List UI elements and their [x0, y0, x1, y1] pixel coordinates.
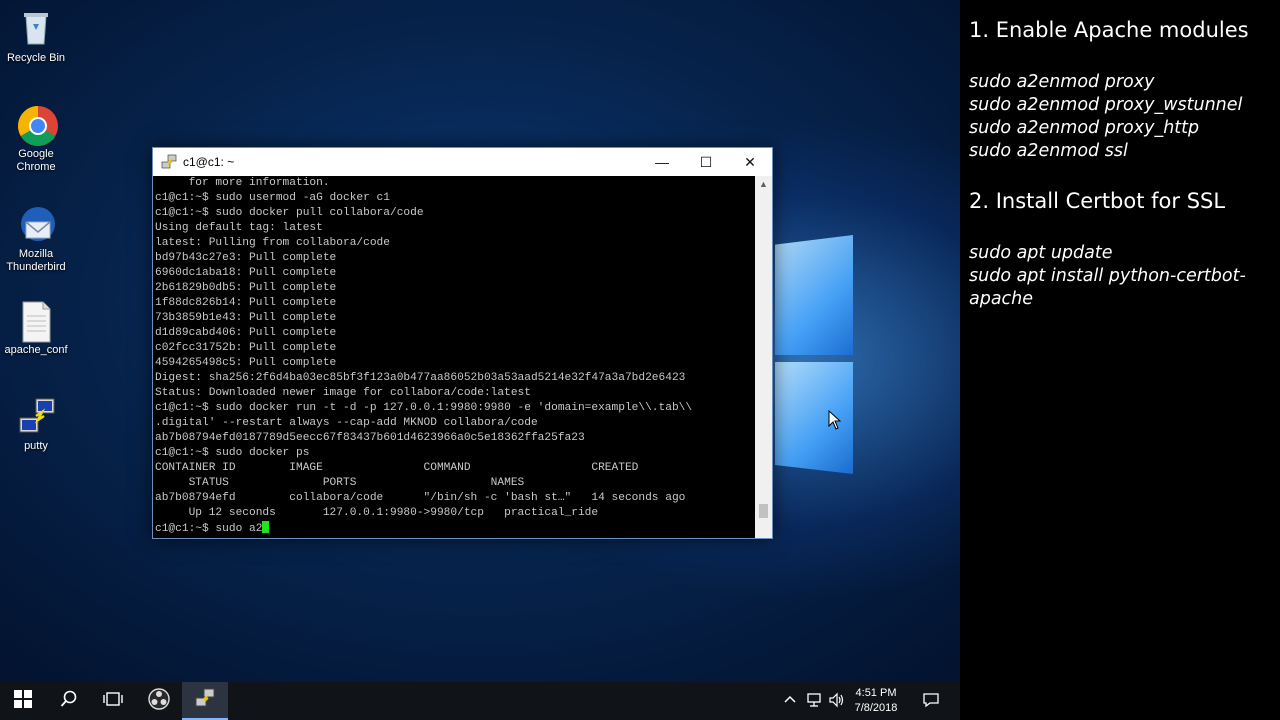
desktop-icon-label: Recycle Bin	[6, 52, 66, 64]
step-1-command: sudo a2enmod proxy_wstunnel	[969, 95, 1243, 115]
terminal-line: ab7b08794efd0187789d5eecc67f83437b601d46…	[155, 432, 585, 444]
chevron-up-icon[interactable]	[784, 693, 796, 711]
terminal-output[interactable]: for more information. c1@c1:~$ sudo user…	[153, 176, 755, 538]
desktop: Recycle Bin Google Chrome Mozilla Thunde…	[0, 0, 960, 682]
window-titlebar[interactable]: c1@c1: ~ — ☐ ✕	[153, 148, 772, 176]
taskbar-app-putty[interactable]	[182, 682, 228, 720]
terminal-line: 4594265498c5: Pull complete	[155, 357, 337, 369]
taskbar-app-obs[interactable]	[136, 682, 182, 720]
volume-icon[interactable]	[828, 692, 844, 713]
terminal-line: Up 12 seconds 127.0.0.1:9980->9980/tcp p…	[155, 507, 599, 519]
windows-start-icon	[14, 689, 32, 713]
action-center-icon[interactable]	[922, 692, 940, 713]
terminal-line: CONTAINER ID IMAGE COMMAND CREATED	[155, 462, 639, 474]
scroll-up-icon[interactable]: ▲	[755, 176, 772, 193]
terminal-line: 1f88dc826b14: Pull complete	[155, 297, 337, 309]
clock-time: 4:51 PM	[855, 687, 897, 699]
desktop-icon-recycle-bin[interactable]: Recycle Bin	[0, 8, 72, 65]
step-2-command: apache	[969, 289, 1034, 309]
terminal-line: 73b3859b1e43: Pull complete	[155, 312, 337, 324]
desktop-icon-label: Google Chrome	[16, 148, 56, 173]
task-view-button[interactable]	[90, 682, 136, 720]
chrome-icon	[16, 104, 58, 146]
terminal-line: ab7b08794efd collabora/code "/bin/sh -c …	[155, 492, 686, 504]
terminal-line: bd97b43c27e3: Pull complete	[155, 252, 337, 264]
instruction-panel: 1. Enable Apache modules sudo a2enmod pr…	[960, 0, 1280, 720]
close-icon: ✕	[744, 153, 756, 170]
window-title: c1@c1: ~	[183, 155, 235, 169]
step-1-command: sudo a2enmod proxy_http	[969, 118, 1200, 138]
terminal-line: STATUS PORTS NAMES	[155, 477, 525, 489]
obs-icon	[148, 687, 170, 715]
step-2-title: 2. Install Certbot for SSL	[969, 189, 1226, 213]
step-2-command: sudo apt update	[969, 243, 1113, 263]
putty-icon	[194, 687, 216, 714]
minimize-button[interactable]: —	[640, 148, 684, 176]
minimize-icon: —	[655, 154, 669, 170]
terminal-prompt: c1@c1:~$ sudo a2	[155, 523, 263, 535]
terminal-line: Using default tag: latest	[155, 222, 323, 234]
system-tray: 4:51 PM 7/8/2018	[760, 682, 960, 720]
document-icon	[16, 300, 56, 343]
step-1-title: 1. Enable Apache modules	[969, 18, 1249, 42]
close-button[interactable]: ✕	[728, 148, 772, 176]
desktop-icon-apache-conf[interactable]: apache_conf	[0, 300, 72, 357]
maximize-icon: ☐	[699, 153, 713, 170]
terminal-line: c1@c1:~$ sudo docker pull collabora/code	[155, 207, 424, 219]
desktop-icon-putty[interactable]: putty	[0, 396, 72, 453]
terminal-line: c1@c1:~$ sudo usermod -aG docker c1	[155, 192, 390, 204]
putty-terminal-window[interactable]: c1@c1: ~ — ☐ ✕ for more information. c1@…	[152, 147, 773, 539]
recycle-bin-icon	[16, 8, 56, 48]
clock-date: 7/8/2018	[854, 702, 898, 714]
step-1-command: sudo a2enmod proxy	[969, 72, 1155, 92]
mouse-pointer-icon	[828, 409, 842, 435]
terminal-line: c1@c1:~$ sudo docker ps	[155, 447, 310, 459]
start-button[interactable]	[0, 682, 46, 720]
taskbar-clock[interactable]: 4:51 PM 7/8/2018	[852, 686, 900, 716]
putty-icon	[161, 154, 177, 170]
terminal-line: 2b61829b0db5: Pull complete	[155, 282, 337, 294]
thunderbird-icon	[16, 204, 56, 244]
search-icon	[60, 690, 78, 713]
desktop-icon-label: apache_conf	[4, 344, 68, 356]
step-2-command: sudo apt install python-certbot-	[969, 266, 1246, 286]
terminal-line: for more information.	[155, 177, 330, 189]
terminal-line: c1@c1:~$ sudo docker run -t -d -p 127.0.…	[155, 402, 693, 414]
desktop-icon-thunderbird[interactable]: Mozilla Thunderbird	[0, 204, 72, 274]
search-button[interactable]	[46, 682, 92, 720]
step-1-command: sudo a2enmod ssl	[969, 141, 1128, 161]
terminal-line: d1d89cabd406: Pull complete	[155, 327, 337, 339]
text-cursor	[262, 521, 270, 533]
desktop-icon-chrome[interactable]: Google Chrome	[0, 104, 72, 174]
desktop-icon-label: putty	[24, 440, 48, 452]
terminal-line: Status: Downloaded newer image for colla…	[155, 387, 531, 399]
desktop-icon-label: Mozilla Thunderbird	[6, 248, 66, 273]
terminal-scrollbar[interactable]: ▲	[755, 176, 772, 538]
terminal-line: c02fcc31752b: Pull complete	[155, 342, 337, 354]
network-icon[interactable]	[806, 692, 822, 713]
scrollbar-thumb[interactable]	[759, 504, 768, 518]
terminal-line: .digital' --restart always --cap-add MKN…	[155, 417, 538, 429]
maximize-button[interactable]: ☐	[684, 148, 728, 176]
terminal-line: latest: Pulling from collabora/code	[155, 237, 390, 249]
terminal-line: Digest: sha256:2f6d4ba03ec85bf3f123a0b47…	[155, 372, 686, 384]
terminal-prompt-line[interactable]: c1@c1:~$ sudo a2	[155, 521, 755, 536]
task-view-icon	[103, 691, 123, 712]
putty-icon	[16, 396, 56, 436]
taskbar: 4:51 PM 7/8/2018	[0, 682, 960, 720]
terminal-line: 6960dc1aba18: Pull complete	[155, 267, 337, 279]
